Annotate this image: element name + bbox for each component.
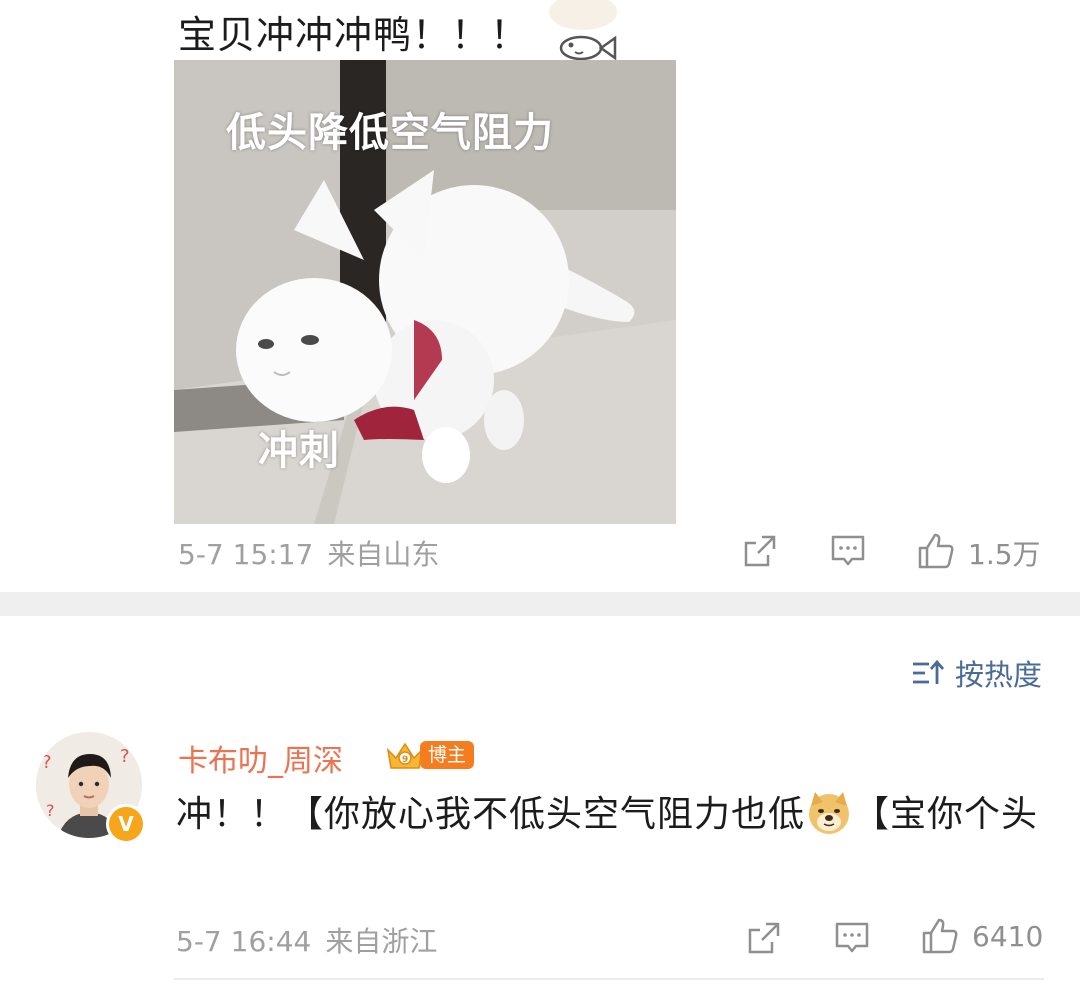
comment-text-part2: 【宝你个头 [853,794,1039,835]
post-like-count: 1.5万 [968,538,1041,571]
comment-like-count: 6410 [972,920,1044,953]
comment-icon[interactable] [830,533,866,569]
svg-text:?: ? [46,801,55,820]
svg-text:9: 9 [402,755,408,765]
doge-emoji-icon [809,792,850,834]
post-text: 宝贝冲冲冲鸭！！！ [178,13,530,57]
share-icon[interactable] [742,533,778,569]
sort-icon [912,659,945,684]
meme-caption-bottom: 冲刺 [258,428,340,474]
like-icon[interactable] [916,531,956,571]
comment-date: 5-7 16:44 [176,925,312,958]
comment-text-part1: 冲！！【你放心我不低头空气阻力也低 [176,794,806,835]
comment-meta: 5-7 16:44 来自浙江 [176,920,451,960]
comment-like-icon[interactable] [920,916,960,956]
sort-by-popularity-button[interactable]: 按热度 [911,652,1042,694]
comment-reply-icon[interactable] [834,920,870,956]
blogger-tag: 博主 [420,741,475,769]
post-meta: 5-7 15:17 来自山东 [178,533,453,573]
verified-icon: V [106,804,146,844]
post-date: 5-7 15:17 [178,538,314,571]
section-divider [0,592,1080,616]
comment-location: 来自浙江 [325,925,438,958]
meme-image[interactable]: 低头降低空气阻力 冲刺 [174,60,676,524]
comment-username[interactable]: 卡布叻_周深 [178,736,343,780]
svg-text:?: ? [42,752,52,773]
blogger-badge: 9 博主 [384,738,475,772]
sort-label: 按热度 [954,658,1042,692]
fish-sticker-icon [549,0,617,60]
comment-share-icon[interactable] [746,920,782,956]
comment-text: 冲！！【你放心我不低头空气阻力也低 【宝你个头 [176,786,1056,844]
bottom-divider [174,978,1044,980]
post-location: 来自山东 [327,538,440,571]
meme-caption-top: 低头降低空气阻力 [226,110,554,156]
svg-text:?: ? [120,746,130,767]
